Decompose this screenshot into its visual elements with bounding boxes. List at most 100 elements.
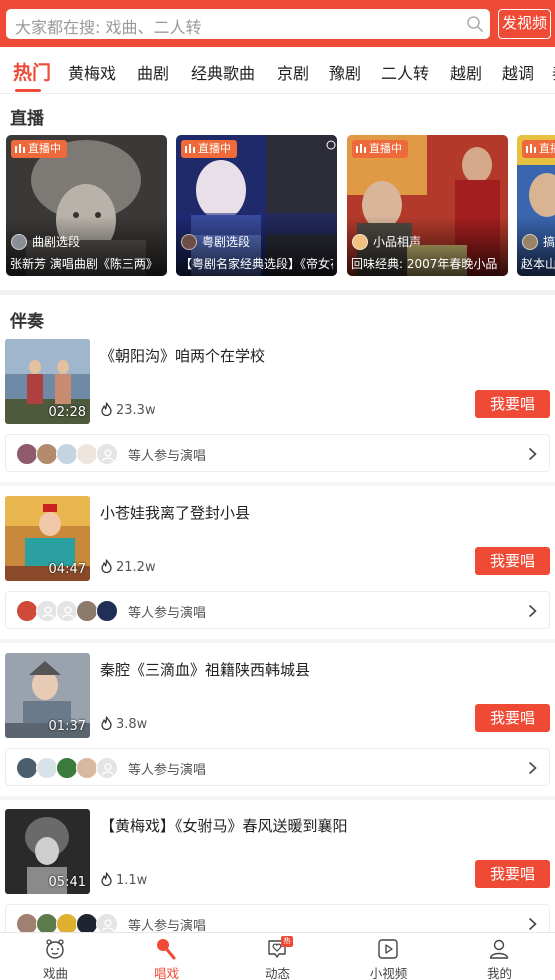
item-separator — [0, 639, 555, 643]
tab-errenzhuan[interactable]: 二人转 — [381, 60, 429, 84]
nav-feed[interactable]: 热 动态 — [222, 933, 333, 980]
tab-yueju[interactable]: 越剧 — [450, 60, 482, 84]
live-category-label: 搞笑 — [543, 235, 555, 249]
song-title[interactable]: 小苍娃我离了登封小县 — [100, 502, 250, 523]
tab-huangmeixi[interactable]: 黄梅戏 — [68, 60, 116, 84]
song-duration: 02:28 — [48, 405, 86, 420]
song-play-count: 3.8w — [100, 716, 147, 732]
avatar — [56, 757, 78, 779]
song-play-count-value: 1.1w — [116, 873, 148, 888]
live-badge-label: 直播中 — [539, 142, 555, 155]
tab-jingju[interactable]: 京剧 — [277, 60, 309, 84]
sing-button[interactable]: 我要唱 — [475, 390, 550, 418]
live-badge-label: 直播中 — [198, 142, 231, 155]
song-thumbnail[interactable]: 05:41 — [5, 809, 90, 894]
item-separator — [0, 482, 555, 486]
participants-row[interactable]: 等人参与演唱 — [5, 434, 550, 472]
song-thumbnail[interactable]: 02:28 — [5, 339, 90, 424]
live-category-label: 小品相声 — [373, 235, 422, 249]
live-badge: 直播中 — [11, 140, 67, 158]
live-badge-label: 直播中 — [28, 142, 61, 155]
host-avatar — [11, 234, 27, 250]
chevron-right-icon — [528, 917, 537, 931]
participants-text: 等人参与演唱 — [128, 449, 207, 464]
live-badge-label: 直播中 — [369, 142, 402, 155]
song-title[interactable]: 秦腔《三滴血》祖籍陕西韩城县 — [100, 659, 310, 680]
avatar-placeholder — [56, 600, 78, 622]
live-title: 回味经典: 2007年春晚小品 — [351, 257, 498, 271]
sing-button[interactable]: 我要唱 — [475, 704, 550, 732]
live-title: 【粤剧名家经典选段】《帝女花》 — [180, 257, 333, 271]
search-input[interactable]: 大家都在搜: 戏曲、二人转 — [6, 9, 490, 39]
song-item: 01:37 秦腔《三滴血》祖籍陕西韩城县 3.8w 我要唱 等人参与演唱 — [0, 653, 555, 810]
song-thumbnail[interactable]: 01:37 — [5, 653, 90, 738]
avatar-placeholder — [96, 757, 118, 779]
top-search-bar: 大家都在搜: 戏曲、二人转 发视频 — [0, 0, 555, 47]
live-carousel[interactable]: 直播中 曲剧选段 张新芳 演唱曲剧《陈三两》 直播中 粤剧选段 【粤剧名家经典选… — [6, 135, 555, 277]
tab-yuju[interactable]: 豫剧 — [329, 60, 361, 84]
avatar — [76, 443, 98, 465]
song-play-count-value: 3.8w — [116, 717, 148, 732]
avatar-placeholder — [96, 443, 118, 465]
song-duration: 04:47 — [48, 562, 86, 577]
sing-button[interactable]: 我要唱 — [475, 860, 550, 888]
live-title: 赵本山 — [521, 257, 555, 271]
live-category: 曲剧选段 — [11, 233, 80, 251]
participants-row[interactable]: 等人参与演唱 — [5, 591, 550, 629]
song-duration: 05:41 — [48, 875, 86, 890]
live-bars-icon — [526, 144, 536, 153]
search-icon[interactable] — [466, 15, 484, 33]
live-bars-icon — [185, 144, 195, 153]
song-title[interactable]: 【黄梅戏】《女驸马》春风送暖到襄阳 — [100, 815, 348, 836]
search-placeholder: 大家都在搜: 戏曲、二人转 — [15, 18, 202, 37]
avatar — [76, 757, 98, 779]
live-card[interactable]: 直播中 曲剧选段 张新芳 演唱曲剧《陈三两》 — [6, 135, 167, 276]
live-category: 粤剧选段 — [181, 233, 250, 251]
nav-label: 小视频 — [369, 966, 408, 980]
hot-badge: 热 — [281, 936, 293, 947]
live-card[interactable]: 直播中 搞笑 赵本山 — [517, 135, 555, 276]
live-bars-icon — [356, 144, 366, 153]
flame-icon — [101, 402, 112, 416]
host-avatar — [181, 234, 197, 250]
nav-label: 动态 — [264, 966, 290, 980]
nav-short-video[interactable]: 小视频 — [333, 933, 444, 980]
avatar — [56, 443, 78, 465]
tab-hot[interactable]: 热门 — [13, 58, 51, 85]
song-title[interactable]: 《朝阳沟》咱两个在学校 — [100, 345, 265, 366]
nav-label: 我的 — [486, 966, 512, 980]
nav-opera[interactable]: 戏曲 — [0, 933, 111, 980]
song-play-count-value: 21.2w — [116, 560, 156, 575]
participants-text: 等人参与演唱 — [128, 606, 207, 621]
song-thumbnail[interactable]: 04:47 — [5, 496, 90, 581]
nav-sing[interactable]: 唱戏 — [111, 933, 222, 980]
active-tab-indicator — [15, 89, 41, 92]
avatar — [16, 600, 38, 622]
live-card[interactable]: 直播中 粤剧选段 【粤剧名家经典选段】《帝女花》 — [176, 135, 337, 276]
song-item: 04:47 小苍娃我离了登封小县 21.2w 我要唱 等人参与演唱 — [0, 496, 555, 653]
participants-text: 等人参与演唱 — [128, 763, 207, 778]
section-divider — [0, 290, 555, 295]
chevron-right-icon — [528, 761, 537, 775]
tab-classic-songs[interactable]: 经典歌曲 — [191, 60, 255, 84]
live-category: 搞笑 — [522, 233, 555, 251]
live-category-label: 粤剧选段 — [202, 235, 251, 249]
avatar — [16, 443, 38, 465]
song-item: 02:28 《朝阳沟》咱两个在学校 23.3w 我要唱 等人参与演唱 — [0, 339, 555, 496]
flame-icon — [101, 559, 112, 573]
nav-profile[interactable]: 我的 — [444, 933, 555, 980]
host-avatar — [352, 234, 368, 250]
song-play-count: 21.2w — [100, 559, 156, 575]
sing-button[interactable]: 我要唱 — [475, 547, 550, 575]
live-badge: 直播中 — [181, 140, 237, 158]
tab-quju[interactable]: 曲剧 — [137, 60, 169, 84]
live-card[interactable]: 直播中 小品相声 回味经典: 2007年春晚小品 — [347, 135, 508, 276]
category-tabs: 热门 黄梅戏 曲剧 经典歌曲 京剧 豫剧 二人转 越剧 越调 秦 — [0, 47, 555, 94]
avatar — [96, 600, 118, 622]
user-icon — [489, 939, 509, 959]
tab-yuediao[interactable]: 越调 — [502, 60, 534, 84]
upload-video-button[interactable]: 发视频 — [498, 9, 551, 39]
avatar — [36, 443, 58, 465]
participants-row[interactable]: 等人参与演唱 — [5, 748, 550, 786]
opera-mask-icon — [46, 939, 64, 959]
